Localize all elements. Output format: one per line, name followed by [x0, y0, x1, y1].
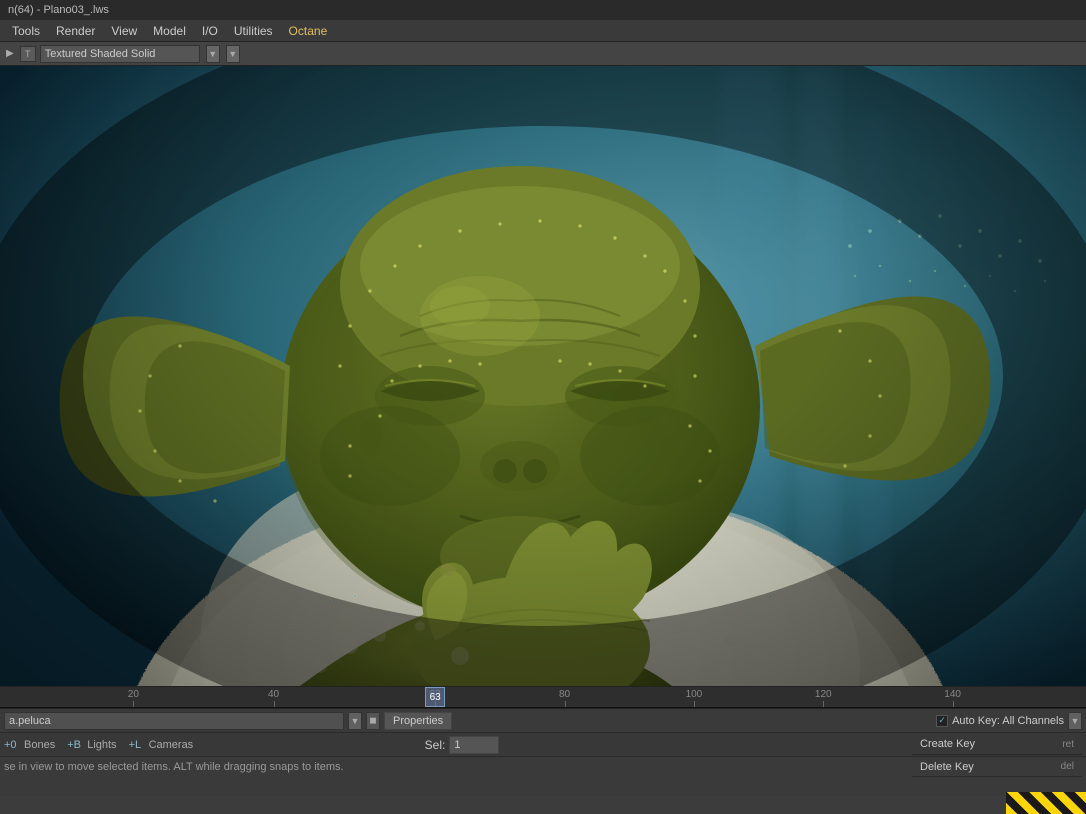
timeline-tick-40 — [274, 701, 275, 707]
sel-input[interactable]: 1 — [449, 736, 499, 754]
title-bar: n(64) - Plano03_.lws — [0, 0, 1086, 20]
menu-render[interactable]: Render — [48, 22, 103, 40]
status-text: se in view to move selected items. ALT w… — [4, 761, 344, 773]
bottom-panel: a.peluca ▼ ◼ Properties ✓ Auto Key: All … — [0, 708, 1086, 796]
properties-label: Properties — [393, 715, 443, 727]
menu-utilities[interactable]: Utilities — [226, 22, 281, 40]
menu-tools[interactable]: Tools — [4, 22, 48, 40]
auto-key-label: Auto Key: All Channels — [952, 715, 1064, 727]
menu-view[interactable]: View — [103, 22, 145, 40]
view-mode-dropdown[interactable]: Textured Shaded Solid — [40, 45, 200, 63]
timeline-label-20: 20 — [128, 689, 139, 700]
timeline-tick-100 — [694, 701, 695, 707]
timeline-tick-20 — [133, 701, 134, 707]
bones-label[interactable]: Bones — [24, 739, 55, 751]
menu-model[interactable]: Model — [145, 22, 194, 40]
view-mode-label: Textured Shaded Solid — [45, 48, 156, 60]
menu-octane[interactable]: Octane — [281, 22, 336, 40]
cameras-prefix: +L — [129, 739, 145, 751]
current-frame: 63 — [430, 692, 441, 703]
timeline-label-120: 120 — [815, 689, 832, 700]
texture-mode-icon: T — [20, 46, 36, 62]
auto-key-checkbox-group: ✓ Auto Key: All Channels — [936, 715, 1064, 727]
toolbar: ▶ T Textured Shaded Solid ▼ ▼ — [0, 42, 1086, 66]
status-row: se in view to move selected items. ALT w… — [0, 757, 1086, 777]
timeline-tick-80 — [565, 701, 566, 707]
keys-row: +0 Bones +B Lights +L Cameras Sel: 1 Cre… — [0, 733, 1086, 757]
anim-controls-row: a.peluca ▼ ◼ Properties ✓ Auto Key: All … — [0, 709, 1086, 733]
timeline[interactable]: 20 40 63 80 100 120 140 63 — [0, 686, 1086, 708]
view-mode-dropdown-arrow[interactable]: ▼ — [206, 45, 220, 63]
viewport-render — [0, 66, 1086, 686]
lights-prefix: +B — [67, 739, 83, 751]
timeline-playhead[interactable]: 63 — [425, 687, 445, 707]
lights-label[interactable]: Lights — [87, 739, 116, 751]
timeline-tick-140 — [953, 701, 954, 707]
menu-io[interactable]: I/O — [194, 22, 226, 40]
title-text: n(64) - Plano03_.lws — [8, 4, 109, 16]
sel-label: Sel: — [425, 738, 446, 752]
key-buttons-section: Create Key ret — [912, 735, 1082, 755]
layer-options-btn[interactable]: ◼ — [366, 712, 380, 730]
layer-name: a.peluca — [9, 715, 51, 727]
menu-bar: Tools Render View Model I/O Utilities Oc… — [0, 20, 1086, 42]
sel-section: Sel: 1 — [425, 736, 500, 754]
viewport[interactable] — [0, 66, 1086, 686]
layer-dropdown[interactable]: a.peluca — [4, 712, 344, 730]
bones-prefix: +0 — [4, 739, 20, 751]
auto-key-checkbox[interactable]: ✓ — [936, 715, 948, 727]
cameras-label[interactable]: Cameras — [149, 739, 194, 751]
stripe-decoration — [1006, 792, 1086, 814]
delete-key-label: Delete Key — [920, 761, 974, 773]
timeline-label-140: 140 — [944, 689, 961, 700]
timeline-label-40: 40 — [268, 689, 279, 700]
timeline-tick-120 — [823, 701, 824, 707]
timeline-label-100: 100 — [686, 689, 703, 700]
delete-key-section: Delete Key del — [912, 757, 1082, 777]
sel-value: 1 — [454, 739, 460, 751]
view-options-btn[interactable]: ▼ — [226, 45, 240, 63]
delete-key-shortcut: del — [1061, 761, 1074, 772]
toolbar-expand-arrow[interactable]: ▶ — [4, 48, 16, 59]
key-section-left: +0 Bones +B Lights +L Cameras — [4, 739, 417, 751]
delete-key-btn[interactable]: Delete Key del — [912, 757, 1082, 777]
create-key-btn[interactable]: Create Key ret — [912, 735, 1082, 755]
timeline-label-80: 80 — [559, 689, 570, 700]
auto-key-dropdown-btn[interactable]: ▼ — [1068, 712, 1082, 730]
create-key-label: Create Key — [920, 738, 975, 750]
layer-dropdown-btn[interactable]: ▼ — [348, 712, 362, 730]
create-key-shortcut: ret — [1062, 739, 1074, 750]
properties-btn[interactable]: Properties — [384, 712, 452, 730]
